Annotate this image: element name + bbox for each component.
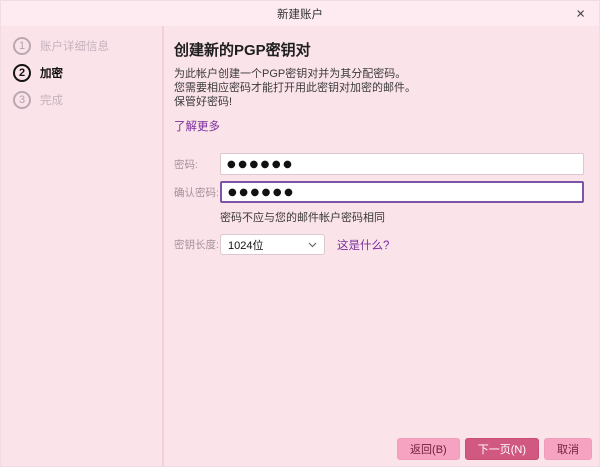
key-length-select[interactable]: 1024位 [220,234,325,255]
step-3-circle: 3 [13,91,31,109]
close-icon[interactable]: × [572,4,589,23]
step-1-circle: 1 [13,37,31,55]
dialog-body: 1 账户详细信息 2 加密 3 完成 创建新的PGP密钥对 为此帐户创建一个PG… [1,26,599,466]
new-account-dialog: 新建账户 × 1 账户详细信息 2 加密 3 完成 创建新的PGP密钥对 为此帐… [0,0,600,467]
key-length-help-link[interactable]: 这是什么? [337,237,389,253]
chevron-down-icon [308,242,317,248]
description-text: 为此帐户创建一个PGP密钥对并为其分配密码。 您需要相应密码才能打开用此密钥对加… [174,67,584,109]
password-helper-text: 密码不应与您的邮件帐户密码相同 [220,209,584,225]
pgp-key-form: 密码: 确认密码: 密码不应与您的邮件帐户密码相同 密钥长度: 1024位 [174,153,584,255]
wizard-steps-sidebar: 1 账户详细信息 2 加密 3 完成 [1,26,164,466]
next-button[interactable]: 下一页(N) [465,438,539,460]
main-content: 创建新的PGP密钥对 为此帐户创建一个PGP密钥对并为其分配密码。 您需要相应密… [164,26,599,466]
page-title: 创建新的PGP密钥对 [174,39,584,60]
step-2-circle: 2 [13,64,31,82]
learn-more-link[interactable]: 了解更多 [174,118,220,134]
cancel-button[interactable]: 取消 [544,438,592,460]
step-3-label: 完成 [40,92,63,108]
back-button[interactable]: 返回(B) [397,438,460,460]
description-line: 保管好密码! [174,95,584,109]
key-length-row: 密钥长度: 1024位 这是什么? [174,234,584,255]
confirm-password-input[interactable] [220,181,584,203]
step-2-label: 加密 [40,65,63,81]
titlebar: 新建账户 × [1,1,599,26]
password-row: 密码: [174,153,584,175]
dialog-title: 新建账户 [277,6,323,22]
confirm-password-row: 确认密码: [174,181,584,203]
description-line: 您需要相应密码才能打开用此密钥对加密的邮件。 [174,81,584,95]
password-label: 密码: [174,157,220,172]
footer-buttons: 返回(B) 下一页(N) 取消 [397,438,592,460]
step-account-details[interactable]: 1 账户详细信息 [1,32,162,59]
confirm-password-label: 确认密码: [174,185,220,200]
description-line: 为此帐户创建一个PGP密钥对并为其分配密码。 [174,67,584,81]
password-input[interactable] [220,153,584,175]
step-finish[interactable]: 3 完成 [1,86,162,113]
key-length-label: 密钥长度: [174,237,220,252]
key-length-value: 1024位 [228,237,263,253]
step-1-label: 账户详细信息 [40,38,109,54]
step-encryption[interactable]: 2 加密 [1,59,162,86]
